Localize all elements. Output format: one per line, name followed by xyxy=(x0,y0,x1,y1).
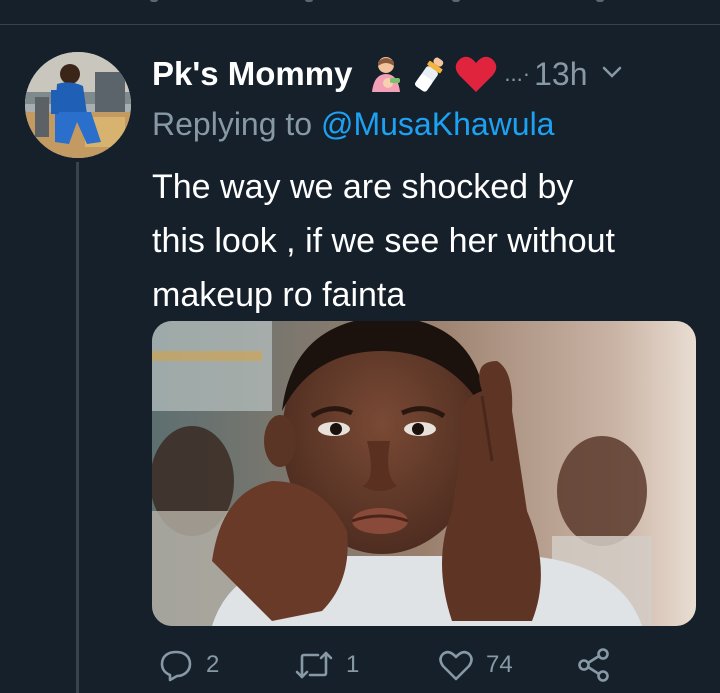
author-name[interactable]: Pk's Mommy xyxy=(152,55,352,93)
retweet-action[interactable]: 1 xyxy=(294,642,359,688)
tweet-text-line: makeup ro fainta xyxy=(152,276,406,314)
retweet-icon xyxy=(295,651,333,679)
reply-action[interactable]: 2 xyxy=(158,642,219,688)
chevron-down-icon[interactable] xyxy=(601,61,623,88)
replying-handle-link[interactable]: @MusaKhawula xyxy=(321,106,554,142)
tweet-actions: 2 1 74 xyxy=(152,642,712,688)
tweet-text-line: this look , if we see her without xyxy=(152,222,616,260)
tweet-photo[interactable] xyxy=(152,321,696,626)
avatar-image xyxy=(25,52,131,158)
reply-count: 2 xyxy=(206,651,220,678)
replying-to: Replying to @MusaKhawula xyxy=(152,106,554,143)
thread-line xyxy=(76,162,79,693)
divider xyxy=(0,24,720,25)
tweet-text-line: The way we are shocked by xyxy=(152,168,574,206)
previous-tweet-actions-remnant xyxy=(0,0,720,6)
heart-icon xyxy=(439,650,473,681)
share-icon xyxy=(578,648,609,682)
tweet-text: The way we are shocked by this look , if… xyxy=(152,160,712,322)
share-action[interactable] xyxy=(576,642,612,688)
replying-prefix: Replying to xyxy=(152,106,321,142)
ellipsis: ...· xyxy=(504,61,531,86)
photo-child-thinking xyxy=(152,321,696,626)
tweet-header: Pk's Mommy ...· 13h xyxy=(152,52,712,96)
name-emojis xyxy=(366,54,498,94)
retweet-count: 1 xyxy=(346,651,360,678)
like-action[interactable]: 74 xyxy=(438,642,513,688)
baby-bottle-emoji xyxy=(415,57,444,92)
like-count: 74 xyxy=(486,651,513,678)
red-heart-emoji xyxy=(456,56,497,92)
timestamp[interactable]: 13h xyxy=(534,56,587,93)
mother-feeding-baby-emoji xyxy=(372,57,401,92)
avatar[interactable] xyxy=(25,52,131,158)
reply-icon xyxy=(160,650,192,682)
